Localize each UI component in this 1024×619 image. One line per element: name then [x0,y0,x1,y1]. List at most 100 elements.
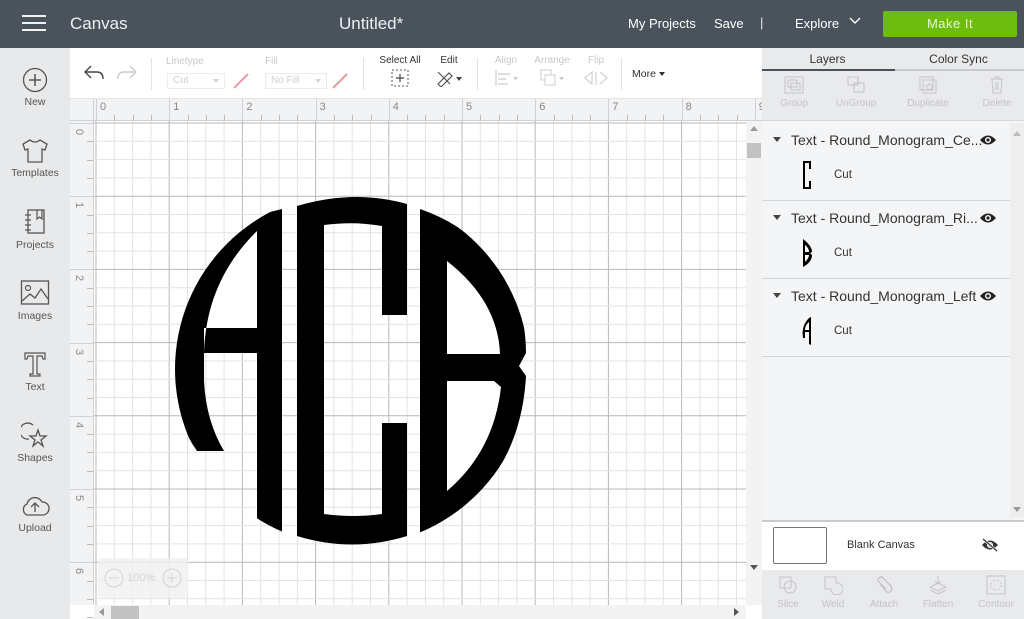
ruler-label: 1 [173,101,180,113]
ruler-minor-tick [87,360,93,362]
sidebar-item-label: Upload [18,522,52,534]
contour-button[interactable]: Contour [970,575,1022,610]
monogram-design[interactable] [94,121,746,605]
panel-tabs: Layers Color Sync [762,48,1024,71]
sidebar-item-images[interactable]: Images [0,279,70,322]
ruler-label: 4 [73,421,86,428]
layers-scrollbar[interactable] [1010,123,1024,518]
align-button[interactable]: Align [490,55,522,92]
weld-icon [824,576,843,595]
ruler-corner [70,99,94,121]
layer-name[interactable]: Text - Round_Monogram_Ri... [791,210,978,226]
eye-icon[interactable] [979,290,997,302]
layer-thumbnail-a [802,317,811,345]
chevron-down-icon[interactable] [849,17,861,25]
collapse-caret-icon[interactable] [773,137,781,142]
ruler-major-tick [96,99,97,121]
layer-name[interactable]: Text - Round_Monogram_Ce... [791,132,982,148]
layer-operation: Cut [834,169,852,181]
layer-name[interactable]: Text - Round_Monogram_Left [791,288,976,304]
ruler-minor-tick [87,397,93,399]
sidebar-item-label: New [24,96,46,108]
group-button[interactable]: Group [762,75,826,109]
layer-thumbnail-b [803,239,812,267]
horizontal-scrollbar[interactable] [94,605,746,619]
sidebar-item-templates[interactable]: Templates [0,138,70,179]
vertical-scroll-thumb[interactable] [747,143,761,158]
ruler-label: 0 [100,101,107,113]
sidebar-item-upload[interactable]: Upload [0,493,70,534]
ruler-minor-tick [425,115,427,120]
design-canvas[interactable]: 100% [94,121,746,605]
scroll-left-arrow[interactable] [99,608,104,616]
ruler-major-tick [242,99,244,121]
ungroup-button[interactable]: UnGroup [824,75,888,109]
fill-select[interactable]: No Fill [265,73,327,89]
explore-menu[interactable]: Explore [795,16,839,31]
sidebar-item-text[interactable]: Text [0,350,70,393]
ruler-label: 7 [612,101,619,113]
sidebar-item-projects[interactable]: Projects [0,208,70,251]
tab-color-sync[interactable]: Color Sync [893,52,1024,66]
ruler-minor-tick [407,115,409,120]
vertical-scrollbar[interactable] [746,121,762,605]
delete-label: Delete [982,98,1012,109]
align-icon [495,70,518,86]
edit-button[interactable]: Edit [433,55,465,92]
eye-hidden-icon[interactable] [981,538,999,552]
weld-button[interactable]: Weld [807,575,859,610]
linetype-select[interactable]: Cut [167,73,225,89]
trash-icon [991,76,1003,94]
horizontal-scroll-thumb[interactable] [111,606,139,619]
slice-icon [779,576,797,594]
shapes-icon [21,422,48,448]
undo-icon[interactable] [83,64,105,82]
fill-color-swatch[interactable] [330,72,350,90]
save-link[interactable]: Save [714,16,744,31]
tab-layers[interactable]: Layers [762,52,893,66]
scroll-up-arrow[interactable] [1013,131,1021,136]
collapse-caret-icon[interactable] [773,293,781,298]
redo-icon[interactable] [116,64,138,82]
delete-button[interactable]: Delete [965,75,1024,109]
duplicate-button[interactable]: Duplicate [896,75,960,109]
sidebar-item-new[interactable]: New [0,67,70,108]
attach-button[interactable]: Attach [858,575,910,610]
arrange-button[interactable]: Arrange [532,55,572,92]
scroll-down-arrow[interactable] [750,565,758,570]
monogram-letter-a[interactable] [173,196,282,546]
ruler-minor-tick [352,115,354,120]
zoom-out-icon[interactable] [104,568,124,588]
more-menu[interactable]: More [632,68,665,80]
layer-operation: Cut [834,247,852,259]
scroll-down-arrow[interactable] [1013,507,1021,512]
linetype-color-swatch[interactable] [231,72,251,90]
scroll-right-arrow[interactable] [734,608,739,616]
my-projects-link[interactable]: My Projects [628,16,696,31]
ruler-label: 0 [73,128,86,136]
canvas-color-swatch[interactable] [773,527,827,564]
make-it-button[interactable]: Make It [883,11,1017,37]
scroll-up-arrow[interactable] [750,126,758,131]
eye-icon[interactable] [979,212,997,224]
linetype-value: Cut [173,75,189,86]
flatten-button[interactable]: Flatten [912,575,964,610]
zoom-in-icon[interactable] [162,568,182,588]
sidebar-item-shapes[interactable]: Shapes [0,421,70,464]
layer-item[interactable]: Text - Round_Monogram_Ri... Cut [762,201,1010,279]
layer-item[interactable]: Text - Round_Monogram_Ce... Cut [762,123,1010,201]
document-title[interactable]: Untitled* [339,14,403,34]
collapse-caret-icon[interactable] [773,215,781,220]
layer-item[interactable]: Text - Round_Monogram_Left Cut [762,279,1010,357]
group-label: Group [780,98,808,109]
flip-button[interactable]: Flip [580,55,612,92]
ruler-minor-tick [553,115,555,120]
blank-canvas-row[interactable]: Blank Canvas [762,520,1024,570]
monogram-letter-c[interactable] [297,196,407,545]
eye-icon[interactable] [979,134,997,146]
monogram-letter-b[interactable] [420,209,526,537]
ruler-minor-tick [150,115,152,120]
select-all-button[interactable]: Select All [375,55,425,92]
hamburger-menu-icon[interactable] [22,15,46,33]
ruler-minor-tick [87,598,93,600]
